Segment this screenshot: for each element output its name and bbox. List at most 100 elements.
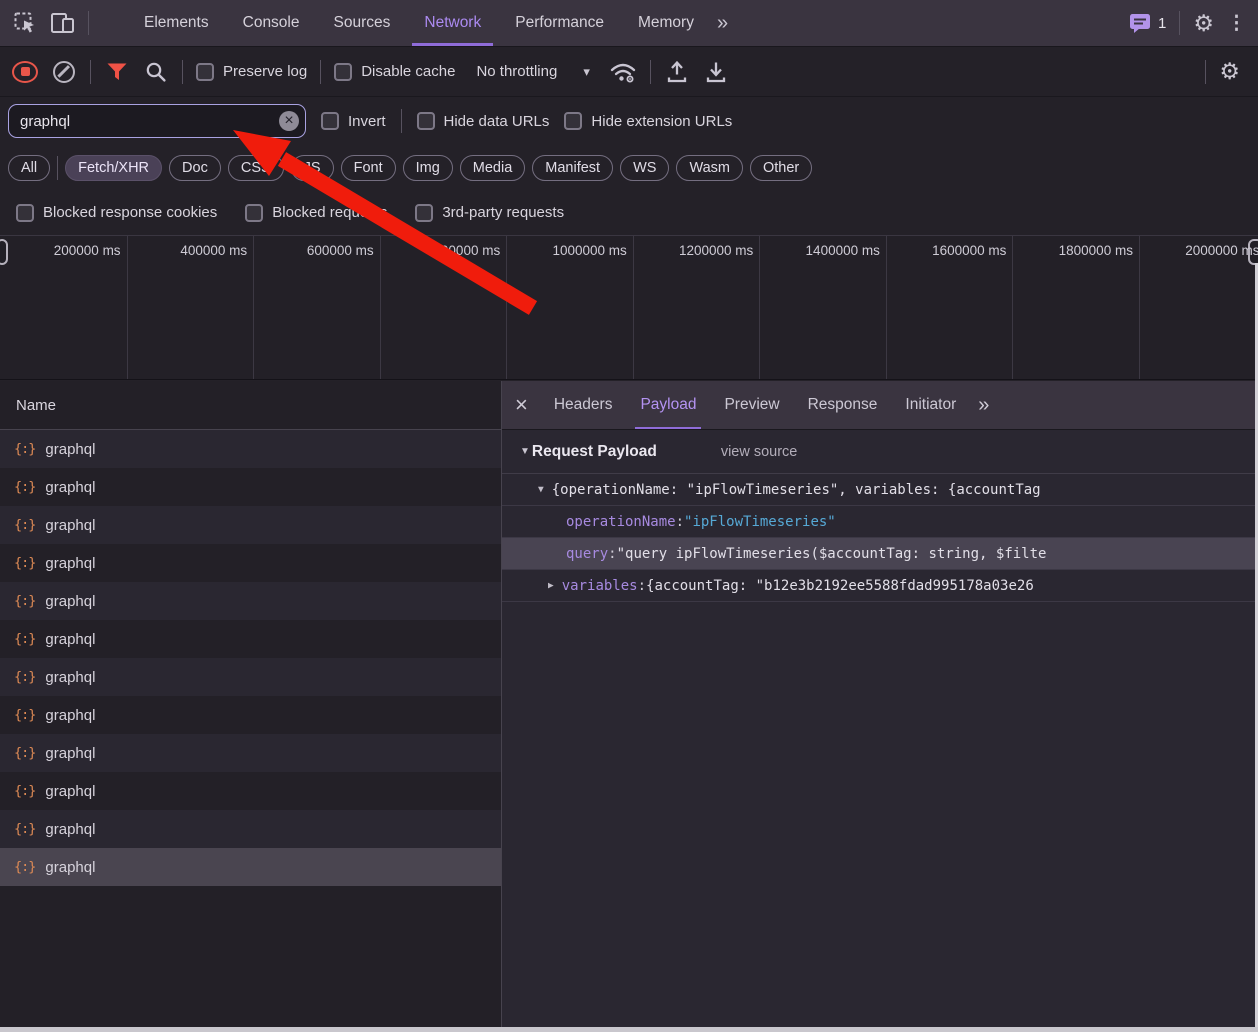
filter-blocked-requests[interactable]: Blocked requests: [245, 204, 387, 222]
request-row[interactable]: {:}graphql: [0, 544, 501, 582]
device-toolbar-icon[interactable]: [50, 8, 76, 38]
network-conditions-icon[interactable]: [609, 57, 637, 87]
payload-segment: {operationName: "ipFlowTimeseries", vari…: [552, 482, 1041, 498]
timeline-gridline: [253, 236, 254, 379]
request-name: graphql: [45, 555, 95, 572]
request-row[interactable]: {:}graphql: [0, 848, 501, 886]
preserve-log-checkbox[interactable]: [196, 63, 214, 81]
blocked-response-cookies-checkbox[interactable]: [16, 204, 34, 222]
disable-cache-checkbox[interactable]: [334, 63, 352, 81]
throttling-dropdown[interactable]: No throttling ▾: [476, 63, 589, 80]
tab-elements[interactable]: Elements: [127, 0, 226, 46]
hide-extension-urls-checkbox[interactable]: [564, 112, 582, 130]
detail-tab-response[interactable]: Response: [794, 381, 892, 429]
chip-js[interactable]: JS: [291, 155, 334, 181]
invert-checkbox[interactable]: [321, 112, 339, 130]
kebab-menu-icon[interactable]: ⋮: [1227, 14, 1246, 33]
request-row[interactable]: {:}graphql: [0, 810, 501, 848]
json-file-icon: {:}: [14, 859, 35, 875]
timeline-tick-label: 1000000 ms: [552, 243, 626, 258]
chip-ws[interactable]: WS: [620, 155, 669, 181]
request-row[interactable]: {:}graphql: [0, 468, 501, 506]
chip-wasm[interactable]: Wasm: [676, 155, 743, 181]
request-row[interactable]: {:}graphql: [0, 582, 501, 620]
chip-css[interactable]: CSS: [228, 155, 284, 181]
payload-segment: :: [676, 514, 684, 530]
3rd-party-requests-checkbox[interactable]: [415, 204, 433, 222]
close-icon[interactable]: ×: [515, 394, 528, 416]
request-name: graphql: [45, 479, 95, 496]
request-row[interactable]: {:}graphql: [0, 696, 501, 734]
issues-indicator[interactable]: 1: [1129, 13, 1166, 34]
disable-cache-toggle[interactable]: Disable cache: [334, 63, 455, 81]
timeline-left-handle[interactable]: [0, 239, 8, 265]
hide-data-urls-toggle[interactable]: Hide data URLs: [417, 112, 550, 130]
view-source-link[interactable]: view source: [721, 444, 798, 460]
payload-row[interactable]: ▶variables: {accountTag: "b12e3b2192ee55…: [502, 570, 1258, 602]
chip-media[interactable]: Media: [460, 155, 526, 181]
request-row[interactable]: {:}graphql: [0, 430, 501, 468]
name-column-header[interactable]: Name: [0, 381, 501, 430]
tab-memory[interactable]: Memory: [621, 0, 711, 46]
payload-row[interactable]: query: "query ipFlowTimeseries($accountT…: [502, 538, 1258, 570]
payload-segment: "query ipFlowTimeseries($accountTag: str…: [617, 546, 1047, 562]
tab-network[interactable]: Network: [407, 0, 498, 46]
invert-filter-toggle[interactable]: Invert: [321, 112, 386, 130]
more-panels-icon[interactable]: »: [717, 13, 728, 33]
network-overview-timeline[interactable]: 200000 ms400000 ms600000 ms800000 ms1000…: [0, 235, 1258, 380]
expand-icon[interactable]: ▶: [548, 580, 554, 591]
filter-3rd-party-requests[interactable]: 3rd-party requests: [415, 204, 564, 222]
hide-extension-urls-toggle[interactable]: Hide extension URLs: [564, 112, 732, 130]
timeline-tick-label: 800000 ms: [433, 243, 500, 258]
detail-tab-headers[interactable]: Headers: [540, 381, 627, 429]
chip-font[interactable]: Font: [341, 155, 396, 181]
clear-filter-icon[interactable]: ×: [279, 111, 299, 131]
detail-tabbar: × HeadersPayloadPreviewResponseInitiator…: [502, 381, 1258, 430]
tab-performance[interactable]: Performance: [498, 0, 621, 46]
chip-all[interactable]: All: [8, 155, 50, 181]
tab-console[interactable]: Console: [226, 0, 317, 46]
payload-row[interactable]: ▼ {operationName: "ipFlowTimeseries", var…: [502, 474, 1258, 506]
more-tabs-icon[interactable]: »: [978, 394, 989, 417]
request-row[interactable]: {:}graphql: [0, 620, 501, 658]
search-icon[interactable]: [143, 57, 169, 87]
detail-tab-payload[interactable]: Payload: [626, 381, 710, 429]
payload-row[interactable]: operationName: "ipFlowTimeseries": [502, 506, 1258, 538]
request-row[interactable]: {:}graphql: [0, 734, 501, 772]
payload-segment: query: [566, 546, 608, 562]
chip-fetch-xhr[interactable]: Fetch/XHR: [65, 155, 162, 181]
chip-doc[interactable]: Doc: [169, 155, 221, 181]
collapse-icon[interactable]: ▼: [520, 446, 530, 457]
payload-segment: "ipFlowTimeseries": [684, 514, 836, 530]
chip-other[interactable]: Other: [750, 155, 812, 181]
request-row[interactable]: {:}graphql: [0, 772, 501, 810]
preserve-log-toggle[interactable]: Preserve log: [196, 63, 307, 81]
filter-funnel-icon[interactable]: [104, 57, 130, 87]
settings-gear-icon[interactable]: ⚙: [1193, 12, 1214, 35]
chip-img[interactable]: Img: [403, 155, 453, 181]
hide-data-urls-checkbox[interactable]: [417, 112, 435, 130]
import-har-icon[interactable]: [664, 57, 690, 87]
divider: [650, 60, 651, 84]
network-settings-gear-icon[interactable]: ⚙: [1219, 60, 1240, 83]
detail-tab-preview[interactable]: Preview: [710, 381, 793, 429]
request-payload-title: ▼ Request Payload: [520, 443, 657, 461]
request-row[interactable]: {:}graphql: [0, 658, 501, 696]
detail-tab-initiator[interactable]: Initiator: [891, 381, 970, 429]
filter-input[interactable]: [8, 104, 306, 138]
clear-network-log-icon[interactable]: [53, 61, 75, 83]
inspect-element-icon[interactable]: [12, 8, 38, 38]
export-har-icon[interactable]: [703, 57, 729, 87]
filter-blocked-response-cookies[interactable]: Blocked response cookies: [16, 204, 217, 222]
timeline-tick-label: 400000 ms: [180, 243, 247, 258]
timeline-tick-label: 2000000 ms: [1185, 243, 1258, 258]
request-row[interactable]: {:}graphql: [0, 506, 501, 544]
record-network-log-button[interactable]: [12, 61, 38, 83]
collapse-icon[interactable]: ▼: [538, 484, 544, 495]
request-list: {:}graphql{:}graphql{:}graphql{:}graphql…: [0, 430, 501, 886]
timeline-gridline: [1012, 236, 1013, 379]
timeline-gridline: [886, 236, 887, 379]
chip-manifest[interactable]: Manifest: [532, 155, 613, 181]
tab-sources[interactable]: Sources: [317, 0, 408, 46]
blocked-requests-checkbox[interactable]: [245, 204, 263, 222]
